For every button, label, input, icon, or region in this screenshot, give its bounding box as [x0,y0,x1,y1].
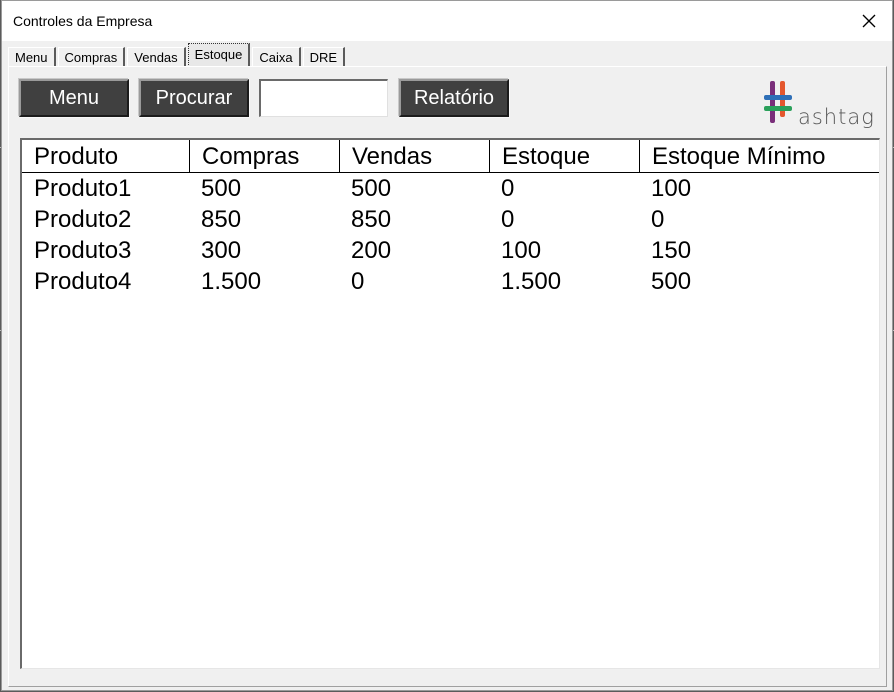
cell-produto: Produto3 [34,237,132,264]
cell-produto: Produto4 [34,268,132,295]
close-icon [862,14,876,28]
table-row[interactable]: Produto1 500 500 0 100 [22,173,879,204]
tab-dre[interactable]: DRE [302,47,346,67]
tab-caixa[interactable]: Caixa [252,47,301,67]
cell-estoque: 0 [501,175,515,202]
header-vendas[interactable]: Vendas [339,140,489,172]
table-row[interactable]: Produto2 850 850 0 0 [22,204,879,235]
cell-estoque: 0 [501,206,515,233]
logo-text: ashtag [798,105,875,129]
cell-produto: Produto2 [34,206,132,233]
cell-estoque-minimo: 500 [651,268,692,295]
header-estoque-minimo[interactable]: Estoque Mínimo [639,140,879,172]
cell-estoque-minimo: 0 [651,206,665,233]
cell-estoque-minimo: 100 [651,175,692,202]
menu-button[interactable]: Menu [19,79,129,117]
cell-vendas: 500 [351,175,392,202]
cell-vendas: 200 [351,237,392,264]
tab-estoque[interactable]: Estoque [187,43,251,67]
tab-menu[interactable]: Menu [8,47,56,67]
cell-compras: 500 [201,175,242,202]
list-header: Produto Compras Vendas Estoque Estoque M… [22,140,879,173]
table-row[interactable]: Produto4 1.500 0 1.500 500 [22,266,879,297]
header-estoque[interactable]: Estoque [489,140,639,172]
tab-compras[interactable]: Compras [57,47,126,67]
cell-compras: 1.500 [201,268,262,295]
tab-strip: Menu Compras Vendas Estoque Caixa DRE [8,43,347,67]
title-bar: Controles da Empresa [2,1,892,41]
relatorio-button[interactable]: Relatório [399,79,509,117]
cell-compras: 300 [201,237,242,264]
tab-vendas[interactable]: Vendas [127,47,186,67]
dialog-window: Controles da Empresa Menu Compras Vendas… [1,0,893,691]
cell-compras: 850 [201,206,242,233]
procurar-button[interactable]: Procurar [139,79,249,117]
header-compras[interactable]: Compras [189,140,339,172]
cell-estoque-minimo: 150 [651,237,692,264]
cell-vendas: 850 [351,206,392,233]
close-button[interactable] [846,1,892,41]
cell-estoque: 1.500 [501,268,562,295]
window-title: Controles da Empresa [13,13,153,29]
stock-list[interactable]: Produto Compras Vendas Estoque Estoque M… [20,138,880,669]
search-input[interactable] [259,79,388,117]
cell-estoque: 100 [501,237,542,264]
table-row[interactable]: Produto3 300 200 100 150 [22,235,879,266]
cell-vendas: 0 [351,268,365,295]
header-produto[interactable]: Produto [22,140,189,172]
cell-produto: Produto1 [34,175,132,202]
